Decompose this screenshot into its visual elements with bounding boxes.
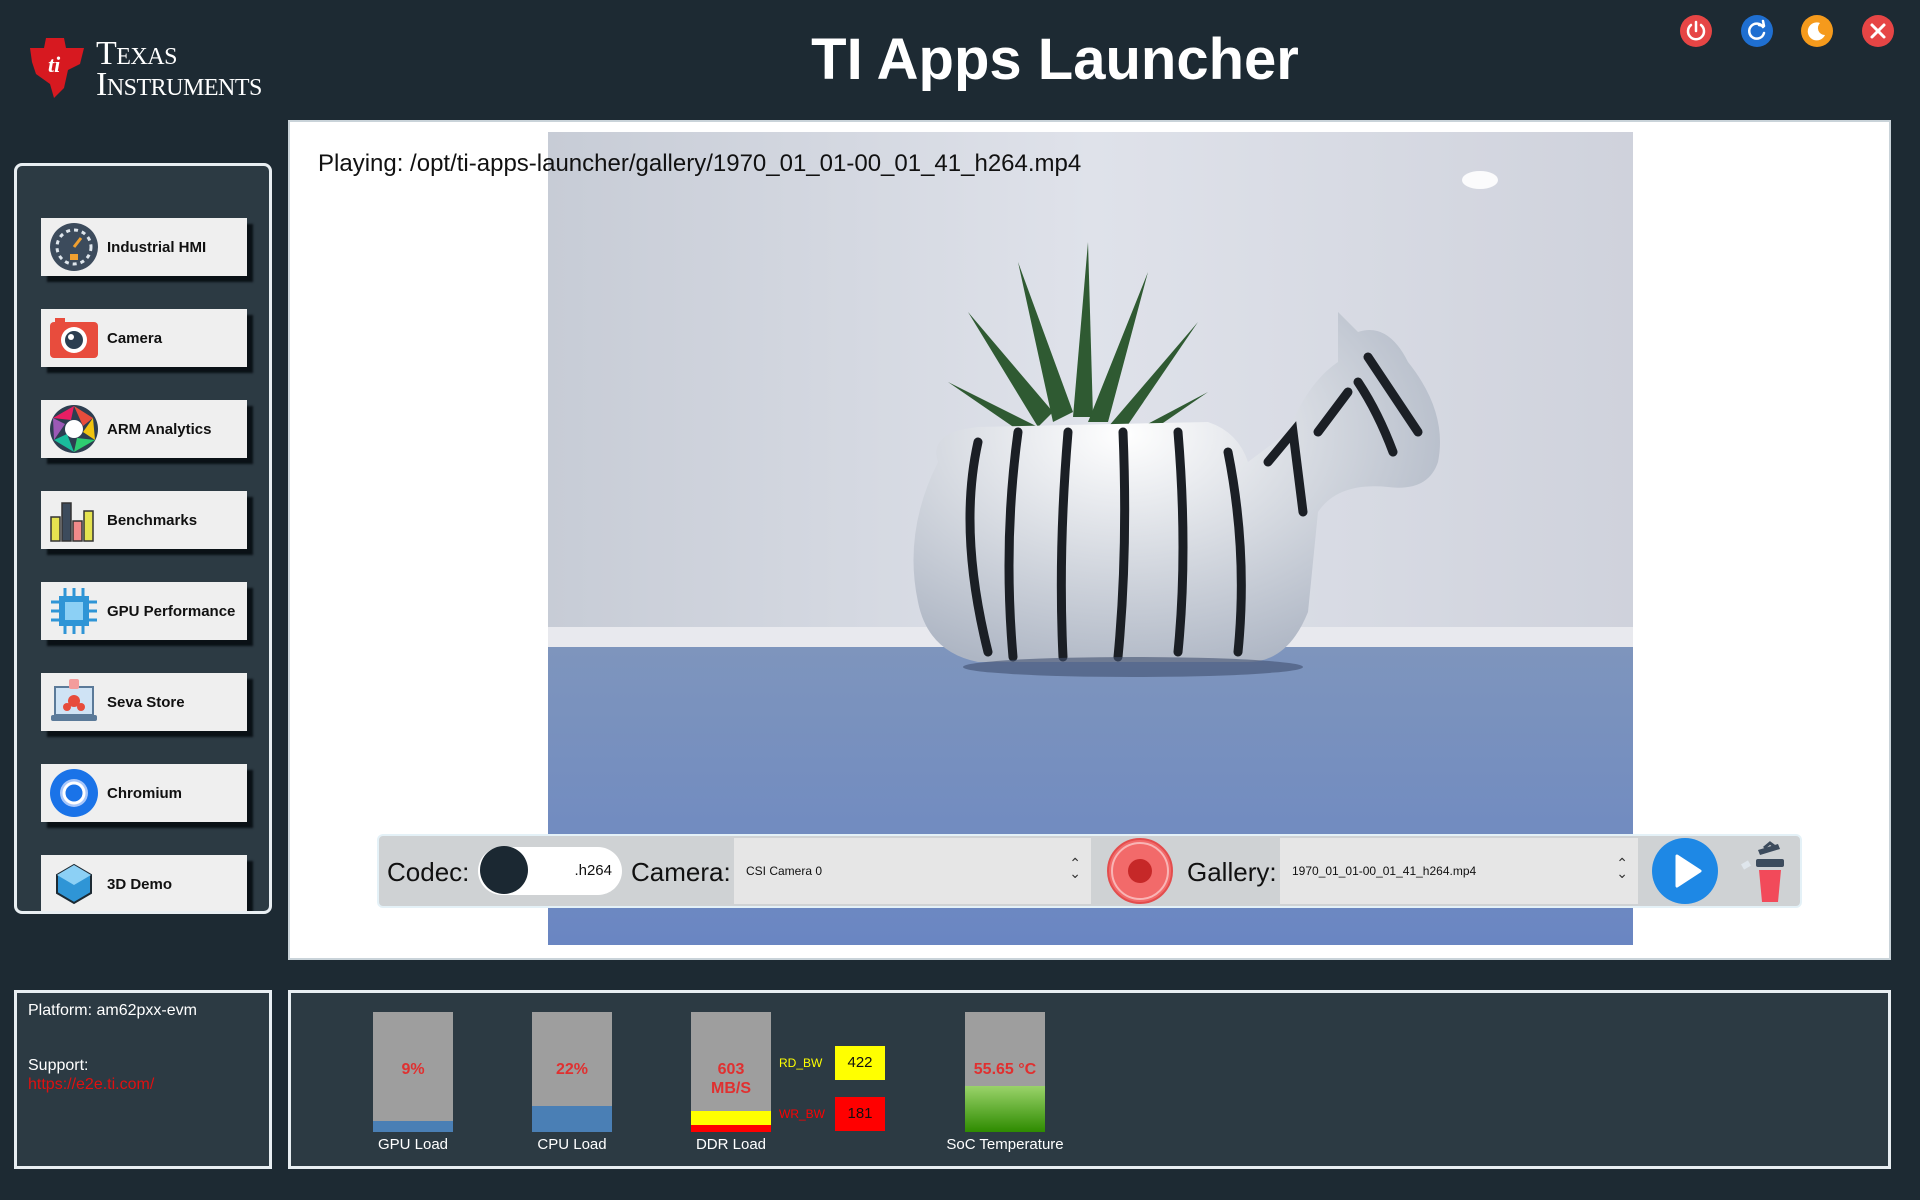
- moon-icon: [1807, 22, 1825, 41]
- ddr-value-unit: MB/S: [711, 1080, 751, 1097]
- video-player[interactable]: [548, 132, 1633, 945]
- close-button[interactable]: [1862, 15, 1894, 47]
- app-label: Chromium: [107, 784, 182, 802]
- wr-bw-label: WR_BW: [779, 1107, 825, 1121]
- codec-value: .h264: [574, 862, 612, 879]
- app-benchmarks[interactable]: Benchmarks: [41, 491, 247, 549]
- camera-icon: [49, 313, 99, 363]
- gpu-load-value: 9%: [401, 1061, 425, 1078]
- app-list-panel[interactable]: Industrial HMI Camera ARM Analytics Benc…: [14, 163, 272, 914]
- trash-icon: [1741, 841, 1784, 902]
- ddr-write-fill: [691, 1125, 771, 1132]
- cpu-load-bar: 22%: [532, 1012, 612, 1132]
- camera-select[interactable]: CSI Camera 0 ⌃ ⌄: [734, 838, 1091, 904]
- theme-button[interactable]: [1801, 15, 1833, 47]
- soc-temp-bar: 55.65 °C: [965, 1012, 1045, 1132]
- app-camera[interactable]: Camera: [41, 309, 247, 367]
- support-link[interactable]: https://e2e.ti.com/: [28, 1076, 154, 1094]
- gallery-select-value: 1970_01_01-00_01_41_h264.mp4: [1292, 864, 1477, 878]
- refresh-button[interactable]: [1741, 15, 1773, 47]
- chip-icon: [49, 586, 99, 636]
- gauge-icon: [49, 222, 99, 272]
- app-label: Seva Store: [107, 693, 185, 711]
- app-label: Camera: [107, 329, 163, 347]
- app-label: Industrial HMI: [107, 238, 207, 256]
- app-label: 3D Demo: [107, 875, 173, 893]
- camera-select-value: CSI Camera 0: [746, 864, 823, 878]
- ddr-read-fill: [691, 1111, 771, 1125]
- app-chromium[interactable]: Chromium: [41, 764, 247, 822]
- app-label: ARM Analytics: [107, 420, 212, 438]
- gpu-load-fill: [373, 1121, 453, 1132]
- now-playing-text: Playing: /opt/ti-apps-launcher/gallery/1…: [318, 150, 1082, 177]
- gpu-load-label: GPU Load: [377, 1136, 449, 1153]
- gpu-load-bar: 9%: [373, 1012, 453, 1132]
- app-3d-demo[interactable]: 3D Demo: [41, 855, 247, 911]
- play-button[interactable]: [1652, 838, 1718, 904]
- ddr-value-number: 603: [717, 1061, 745, 1078]
- power-icon: [1686, 20, 1706, 41]
- record-icon: [1111, 842, 1169, 900]
- camera-label: Camera:: [631, 857, 731, 887]
- rd-bw-value: 422: [835, 1046, 885, 1080]
- codec-toggle-knob[interactable]: [480, 846, 528, 894]
- cube-icon: [49, 859, 99, 909]
- support-label: Support:: [28, 1057, 89, 1074]
- aperture-icon: [49, 404, 99, 454]
- delete-button[interactable]: [1736, 840, 1796, 904]
- updown-chevron-icon: ⌃ ⌄: [1069, 855, 1081, 881]
- app-label: GPU Performance: [107, 602, 236, 620]
- cpu-load-value: 22%: [555, 1061, 589, 1078]
- cpu-load-fill: [532, 1106, 612, 1132]
- soc-temp-value: 55.65 °C: [973, 1061, 1037, 1078]
- ddr-load-value: 603 MB/S: [691, 1060, 771, 1098]
- video-frame: [548, 132, 1633, 945]
- updown-chevron-icon: ⌃ ⌄: [1616, 855, 1628, 881]
- app-arm-analytics[interactable]: ARM Analytics: [41, 400, 247, 458]
- chromium-icon: [49, 768, 99, 818]
- store-icon: [49, 677, 99, 727]
- app-gpu-performance[interactable]: GPU Performance: [41, 582, 247, 640]
- app-industrial-hmi[interactable]: Industrial HMI: [41, 218, 247, 276]
- wr-bw-value: 181: [835, 1097, 885, 1131]
- gallery-select[interactable]: 1970_01_01-00_01_41_h264.mp4 ⌃ ⌄: [1280, 838, 1638, 904]
- ddr-load-label: DDR Load: [695, 1136, 767, 1153]
- bar-chart-icon: [49, 495, 99, 545]
- soc-temp-fill: [965, 1086, 1045, 1132]
- platform-info-panel: Platform: am62pxx-evm Support: https://e…: [14, 990, 272, 1169]
- page-title: TI Apps Launcher: [811, 27, 1299, 92]
- platform-text: Platform: am62pxx-evm: [28, 1002, 197, 1019]
- app-label: Benchmarks: [107, 511, 198, 529]
- power-button[interactable]: [1680, 15, 1712, 47]
- codec-label: Codec:: [387, 857, 470, 887]
- soc-temp-label: SoC Temperature: [946, 1136, 1064, 1153]
- cpu-load-label: CPU Load: [537, 1136, 607, 1153]
- rd-bw-label: RD_BW: [779, 1056, 823, 1070]
- ddr-load-bar: 603 MB/S: [691, 1012, 771, 1132]
- close-icon: [1870, 23, 1886, 39]
- refresh-icon: [1748, 19, 1766, 40]
- play-icon: [1675, 854, 1702, 888]
- app-seva-store[interactable]: Seva Store: [41, 673, 247, 731]
- record-button[interactable]: [1107, 838, 1173, 904]
- gallery-label: Gallery:: [1187, 857, 1277, 887]
